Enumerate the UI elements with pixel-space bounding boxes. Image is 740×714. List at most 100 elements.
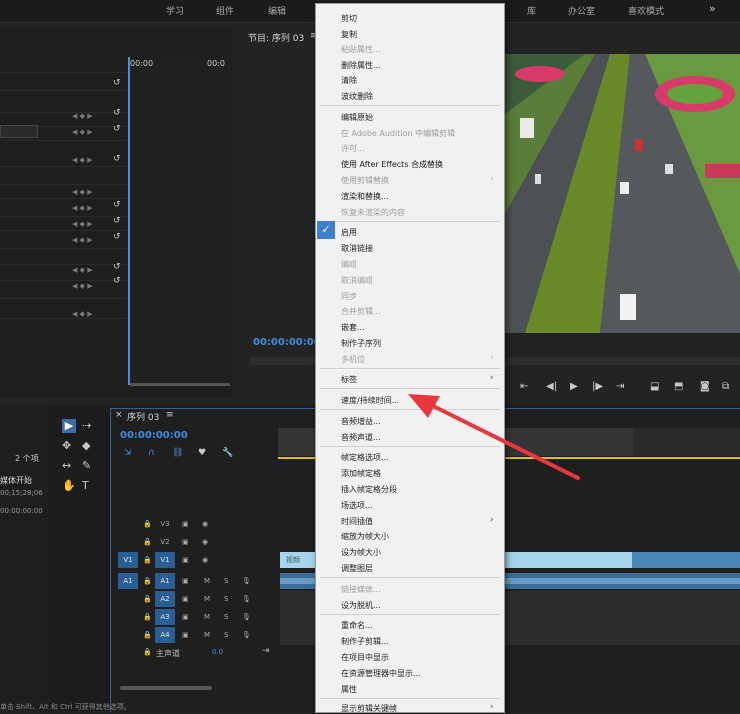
keyframe-nav-icon[interactable]: ◀ ◆ ▶: [72, 128, 93, 136]
sequence-tab[interactable]: 序列 03: [127, 410, 159, 423]
reset-icon[interactable]: ↺: [113, 200, 121, 210]
menu-speed-duration[interactable]: 速度/持续时间...: [341, 395, 399, 406]
sync-lock-icon[interactable]: ▣: [182, 631, 189, 639]
mic-icon[interactable]: 🎙: [242, 631, 251, 639]
effect-timeline[interactable]: [128, 57, 230, 387]
mute-button[interactable]: M: [204, 631, 210, 639]
sync-lock-icon[interactable]: ▣: [182, 556, 189, 564]
timeline-close-icon[interactable]: ×: [115, 410, 123, 420]
track-label-v2[interactable]: V2: [155, 534, 175, 550]
menu-rename[interactable]: 重命名...: [341, 620, 373, 631]
lock-icon[interactable]: 🔒: [143, 648, 152, 656]
menu-show-clip-keyframes[interactable]: 显示剪辑关键帧: [341, 703, 397, 714]
workspace-editing[interactable]: 编辑: [268, 4, 286, 17]
track-label-a1[interactable]: A1: [155, 573, 175, 589]
track-label-a4[interactable]: A4: [155, 627, 175, 643]
sync-lock-icon[interactable]: ▣: [182, 538, 189, 546]
reset-icon[interactable]: ↺: [113, 276, 121, 286]
program-timecode[interactable]: 00:00:00:00: [253, 337, 321, 348]
sequence-timecode[interactable]: 00:00:00:00: [120, 430, 188, 441]
lock-icon[interactable]: 🔒: [143, 577, 152, 585]
solo-button[interactable]: S: [224, 613, 228, 621]
selection-tool-icon[interactable]: ▶: [62, 419, 76, 433]
menu-insert-frame-hold[interactable]: 插入帧定格分段: [341, 484, 397, 495]
mute-button[interactable]: M: [204, 613, 210, 621]
lift-icon[interactable]: ⬓: [650, 381, 659, 392]
master-volume-value[interactable]: 0.0: [212, 648, 223, 656]
menu-remove-attributes[interactable]: 删除属性...: [341, 60, 381, 71]
keyframe-nav-icon[interactable]: ◀ ◆ ▶: [72, 188, 93, 196]
slip-icon[interactable]: ↔: [62, 459, 71, 472]
mute-button[interactable]: M: [204, 595, 210, 603]
sync-lock-icon[interactable]: ▣: [182, 577, 189, 585]
blend-mode-dropdown[interactable]: [0, 125, 38, 138]
menu-audio-channels[interactable]: 音频声道...: [341, 432, 381, 443]
workspace-favorite[interactable]: 喜欢模式: [628, 4, 664, 17]
solo-button[interactable]: S: [224, 595, 228, 603]
play-icon[interactable]: ▶: [570, 381, 578, 392]
lock-icon[interactable]: 🔒: [143, 631, 152, 639]
program-monitor-title[interactable]: 节目: 序列 03: [248, 31, 304, 44]
reset-icon[interactable]: ↺: [113, 108, 121, 118]
button-editor-icon[interactable]: ⧉: [722, 381, 729, 392]
keyframe-nav-icon[interactable]: ◀ ◆ ▶: [72, 156, 93, 164]
reset-icon[interactable]: ↺: [113, 262, 121, 272]
keyframe-nav-icon[interactable]: ◀ ◆ ▶: [72, 236, 93, 244]
workspace-more-icon[interactable]: »: [709, 2, 716, 15]
eye-icon[interactable]: ◉: [202, 520, 208, 528]
source-a1[interactable]: A1: [118, 573, 138, 589]
lock-icon[interactable]: 🔒: [143, 613, 152, 621]
keyframe-nav-icon[interactable]: ◀ ◆ ▶: [72, 266, 93, 274]
lock-icon[interactable]: 🔒: [143, 520, 152, 528]
menu-adjustment-layer[interactable]: 调整图层: [341, 563, 373, 574]
workspace-learn[interactable]: 学习: [166, 4, 184, 17]
menu-add-frame-hold[interactable]: 添加帧定格: [341, 468, 381, 479]
reset-icon[interactable]: ↺: [113, 124, 121, 134]
solo-button[interactable]: S: [224, 577, 228, 585]
lock-icon[interactable]: 🔒: [143, 538, 152, 546]
track-label-a3[interactable]: A3: [155, 609, 175, 625]
menu-reveal-in-project[interactable]: 在项目中显示: [341, 652, 389, 663]
sync-lock-icon[interactable]: ▣: [182, 520, 189, 528]
mic-icon[interactable]: 🎙: [242, 595, 251, 603]
reset-icon[interactable]: ↺: [113, 154, 121, 164]
menu-make-subclip[interactable]: 制作子剪辑...: [341, 636, 389, 647]
menu-copy[interactable]: 复制: [341, 29, 357, 40]
menu-scale-to-frame[interactable]: 缩放为帧大小: [341, 531, 389, 542]
wrench-icon[interactable]: 🔧: [222, 448, 233, 458]
menu-edit-original[interactable]: 编辑原始: [341, 112, 373, 123]
source-v1[interactable]: V1: [118, 552, 138, 568]
video-clip-tail[interactable]: [632, 552, 740, 568]
mic-icon[interactable]: 🎙: [242, 613, 251, 621]
step-forward-icon[interactable]: ⇥: [616, 381, 624, 392]
track-label-v1[interactable]: V1: [155, 552, 175, 568]
mic-icon[interactable]: 🎙: [242, 577, 251, 585]
track-select-icon[interactable]: ⇢: [82, 419, 91, 432]
effect-playhead[interactable]: [128, 57, 130, 385]
menu-make-subsequence[interactable]: 制作子序列: [341, 338, 381, 349]
razor-icon[interactable]: ◆: [82, 439, 90, 452]
sequence-menu-icon[interactable]: ≡: [166, 410, 174, 420]
menu-audio-gain[interactable]: 音频增益...: [341, 416, 381, 427]
ripple-edit-icon[interactable]: ✥: [62, 439, 71, 452]
effect-timeline-scrollbar[interactable]: [130, 383, 230, 386]
type-icon[interactable]: T: [82, 479, 89, 492]
step-back-icon[interactable]: ⇤: [520, 381, 528, 392]
track-label-a2[interactable]: A2: [155, 591, 175, 607]
menu-clear[interactable]: 清除: [341, 75, 357, 86]
workspace-assembly[interactable]: 组件: [216, 4, 234, 17]
extract-icon[interactable]: ⬒: [674, 381, 683, 392]
keyframe-nav-icon[interactable]: ◀ ◆ ▶: [72, 204, 93, 212]
timeline-scrollbar[interactable]: [120, 686, 212, 690]
workspace-libraries[interactable]: 库: [527, 4, 536, 17]
menu-frame-hold-options[interactable]: 帧定格选项...: [341, 452, 389, 463]
menu-label[interactable]: 标签: [341, 374, 357, 385]
keyframe-nav-icon[interactable]: ◀ ◆ ▶: [72, 220, 93, 228]
menu-time-interpolation[interactable]: 时间插值: [341, 516, 373, 527]
reset-icon[interactable]: ↺: [113, 216, 121, 226]
frame-back-icon[interactable]: ◀|: [546, 381, 557, 392]
linked-icon[interactable]: ⛓: [172, 448, 183, 458]
media-start-header[interactable]: 媒体开始: [0, 475, 32, 486]
sync-lock-icon[interactable]: ▣: [182, 595, 189, 603]
menu-render-and-replace[interactable]: 渲染和替换...: [341, 191, 389, 202]
